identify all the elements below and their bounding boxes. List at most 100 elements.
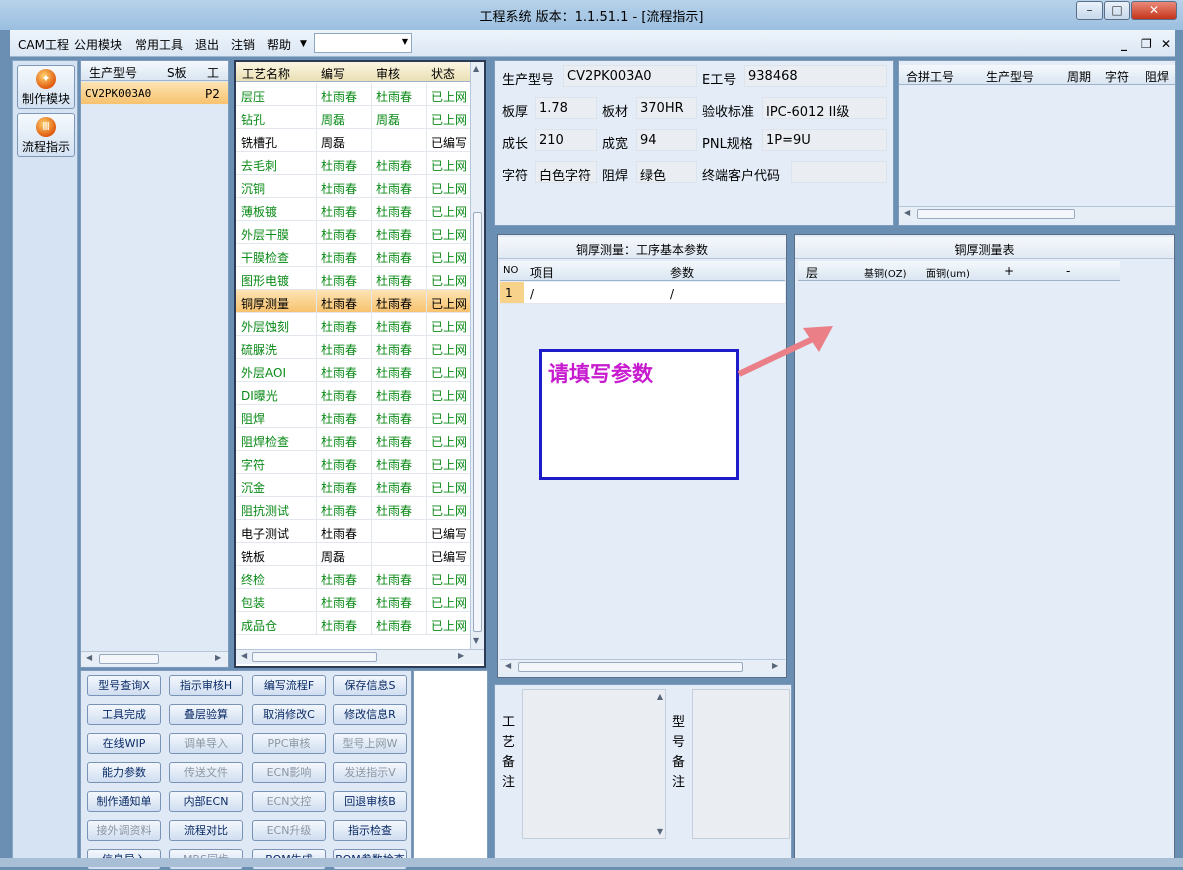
table-row[interactable]: 字符 杜雨春 杜雨春 已上网 [236, 451, 470, 474]
menu-overflow-icon[interactable]: ▼ [300, 39, 307, 49]
table-row[interactable]: 1 / / [500, 282, 785, 304]
action-button-22[interactable]: ECN升级 [252, 820, 326, 841]
cell-writer: 杜雨春 [321, 458, 358, 472]
table-row[interactable]: 阻抗测试 杜雨春 杜雨春 已上网 [236, 497, 470, 520]
length-field[interactable]: 210 [535, 129, 597, 151]
pnl-field[interactable]: 1P=9U [762, 129, 887, 151]
process-hscroll[interactable]: ◀ ▶ [236, 649, 484, 664]
table-row[interactable]: DI曝光 杜雨春 杜雨春 已上网 [236, 382, 470, 405]
table-row[interactable]: 阻焊 杜雨春 杜雨春 已上网 [236, 405, 470, 428]
menu-cam[interactable]: CAM工程 [18, 36, 69, 53]
action-button-2[interactable]: 编写流程F [252, 675, 326, 696]
nav-make-module[interactable]: ✦ 制作模块 [17, 65, 75, 109]
action-button-19[interactable]: 回退审核B [333, 791, 407, 812]
table-row[interactable]: 终检 杜雨春 杜雨春 已上网 [236, 566, 470, 589]
col-model[interactable]: 生产型号 [89, 64, 137, 81]
table-row[interactable]: CV2PK003A0 P2 [81, 82, 228, 105]
table-row[interactable]: 硫脲洗 杜雨春 杜雨春 已上网 [236, 336, 470, 359]
model-remark-textarea[interactable] [692, 689, 790, 839]
action-button-1[interactable]: 指示审核H [169, 675, 243, 696]
cell-writer: 杜雨春 [321, 343, 358, 357]
menu-help[interactable]: 帮助 [267, 36, 291, 53]
table-row[interactable]: 铣槽孔 周磊 已编写 [236, 129, 470, 152]
minimize-icon[interactable]: – [1076, 1, 1103, 20]
process-remark-textarea[interactable]: ▲ ▼ [522, 689, 666, 839]
cell-status: 已上网 [431, 573, 468, 587]
table-row[interactable]: 沉铜 杜雨春 杜雨春 已上网 [236, 175, 470, 198]
action-button-10[interactable]: PPC审核 [252, 733, 326, 754]
col-work[interactable]: 工 [207, 64, 219, 81]
table-row[interactable]: 薄板镀 杜雨春 杜雨春 已上网 [236, 198, 470, 221]
width-field[interactable]: 94 [636, 129, 697, 151]
action-button-20[interactable]: 接外调资料 [87, 820, 161, 841]
nav-flow-guide[interactable]: Ⅲ 流程指示 [17, 113, 75, 157]
action-button-0[interactable]: 型号查询X [87, 675, 161, 696]
menu-exit[interactable]: 退出 [195, 36, 219, 53]
table-row[interactable]: 成品仓 杜雨春 杜雨春 已上网 [236, 612, 470, 635]
e-no-field[interactable]: 938468 [744, 65, 887, 87]
table-row[interactable]: 阻焊检查 杜雨春 杜雨春 已上网 [236, 428, 470, 451]
table-row[interactable]: 外层蚀刻 杜雨春 杜雨春 已上网 [236, 313, 470, 336]
menu-combo[interactable]: ▼ [314, 33, 412, 53]
char-field[interactable]: 白色字符 [535, 161, 597, 184]
action-button-13[interactable]: 传送文件 [169, 762, 243, 783]
standard-field[interactable]: IPC-6012 II级 [762, 97, 887, 120]
cell-status: 已上网 [431, 412, 468, 426]
process-remark-label: 工艺备注 [502, 715, 516, 790]
table-row[interactable]: 铣板 周磊 已编写 [236, 543, 470, 566]
table-row[interactable]: 外层干膜 杜雨春 杜雨春 已上网 [236, 221, 470, 244]
col-s[interactable]: S板 [167, 64, 187, 81]
combine-hscroll[interactable]: ◀ [899, 206, 1175, 221]
action-button-21[interactable]: 流程对比 [169, 820, 243, 841]
action-button-7[interactable]: 修改信息R [333, 704, 407, 725]
action-button-14[interactable]: ECN影响 [252, 762, 326, 783]
cell-reviewer: 杜雨春 [376, 619, 413, 633]
close-icon[interactable]: ✕ [1131, 1, 1177, 20]
action-button-17[interactable]: 内部ECN [169, 791, 243, 812]
menu-tools[interactable]: 常用工具 [135, 36, 183, 53]
action-button-16[interactable]: 制作通知单 [87, 791, 161, 812]
action-button-4[interactable]: 工具完成 [87, 704, 161, 725]
action-button-6[interactable]: 取消修改C [252, 704, 326, 725]
table-row[interactable]: 电子测试 杜雨春 已编写 [236, 520, 470, 543]
model-field[interactable]: CV2PK003A0 [563, 65, 697, 87]
action-button-5[interactable]: 叠层验算 [169, 704, 243, 725]
table-row[interactable]: 钻孔 周磊 周磊 已上网 [236, 106, 470, 129]
mdi-restore-icon[interactable]: ❐ [1141, 37, 1152, 51]
action-button-8[interactable]: 在线WIP [87, 733, 161, 754]
action-button-9[interactable]: 调单导入 [169, 733, 243, 754]
info-panel: 生产型号 CV2PK003A0 E工号 938468 板厚 1.78 板材 37… [494, 60, 894, 226]
process-vscroll[interactable]: ▲ ▼ [470, 62, 484, 649]
action-button-23[interactable]: 指示检查 [333, 820, 407, 841]
menu-logout[interactable]: 注销 [231, 36, 255, 53]
maximize-icon[interactable]: □ [1104, 1, 1130, 20]
model-hscroll[interactable]: ◀ ▶ [81, 651, 228, 666]
param-hscroll[interactable]: ◀ ▶ [500, 659, 785, 674]
table-row[interactable]: 去毛刺 杜雨春 杜雨春 已上网 [236, 152, 470, 175]
cell-status: 已上网 [431, 251, 468, 265]
cell-name: 薄板镀 [241, 205, 278, 219]
menu-common[interactable]: 公用模块 [74, 36, 122, 53]
thickness-field[interactable]: 1.78 [535, 97, 597, 119]
cell-reviewer: 杜雨春 [376, 182, 413, 196]
customer-code-field[interactable] [791, 161, 887, 183]
mdi-close-icon[interactable]: ✕ [1161, 37, 1171, 51]
material-field[interactable]: 370HR [636, 97, 697, 119]
mask-field[interactable]: 绿色 [636, 161, 697, 184]
table-row[interactable]: 铜厚测量 杜雨春 杜雨春 已上网 [236, 290, 470, 313]
action-button-11[interactable]: 型号上网W [333, 733, 407, 754]
action-button-18[interactable]: ECN文控 [252, 791, 326, 812]
cell-writer: 周磊 [321, 113, 346, 127]
action-button-12[interactable]: 能力参数 [87, 762, 161, 783]
table-row[interactable]: 外层AOI 杜雨春 杜雨春 已上网 [236, 359, 470, 382]
table-row[interactable]: 图形电镀 杜雨春 杜雨春 已上网 [236, 267, 470, 290]
mdi-minimize-icon[interactable]: _ [1121, 37, 1127, 51]
table-row[interactable]: 沉金 杜雨春 杜雨春 已上网 [236, 474, 470, 497]
cell-name: 干膜检查 [241, 251, 290, 265]
table-row[interactable]: 层压 杜雨春 杜雨春 已上网 [236, 83, 470, 106]
cell-writer: 杜雨春 [321, 320, 358, 334]
table-row[interactable]: 干膜检查 杜雨春 杜雨春 已上网 [236, 244, 470, 267]
table-row[interactable]: 包装 杜雨春 杜雨春 已上网 [236, 589, 470, 612]
action-button-3[interactable]: 保存信息S [333, 675, 407, 696]
action-button-15[interactable]: 发送指示V [333, 762, 407, 783]
